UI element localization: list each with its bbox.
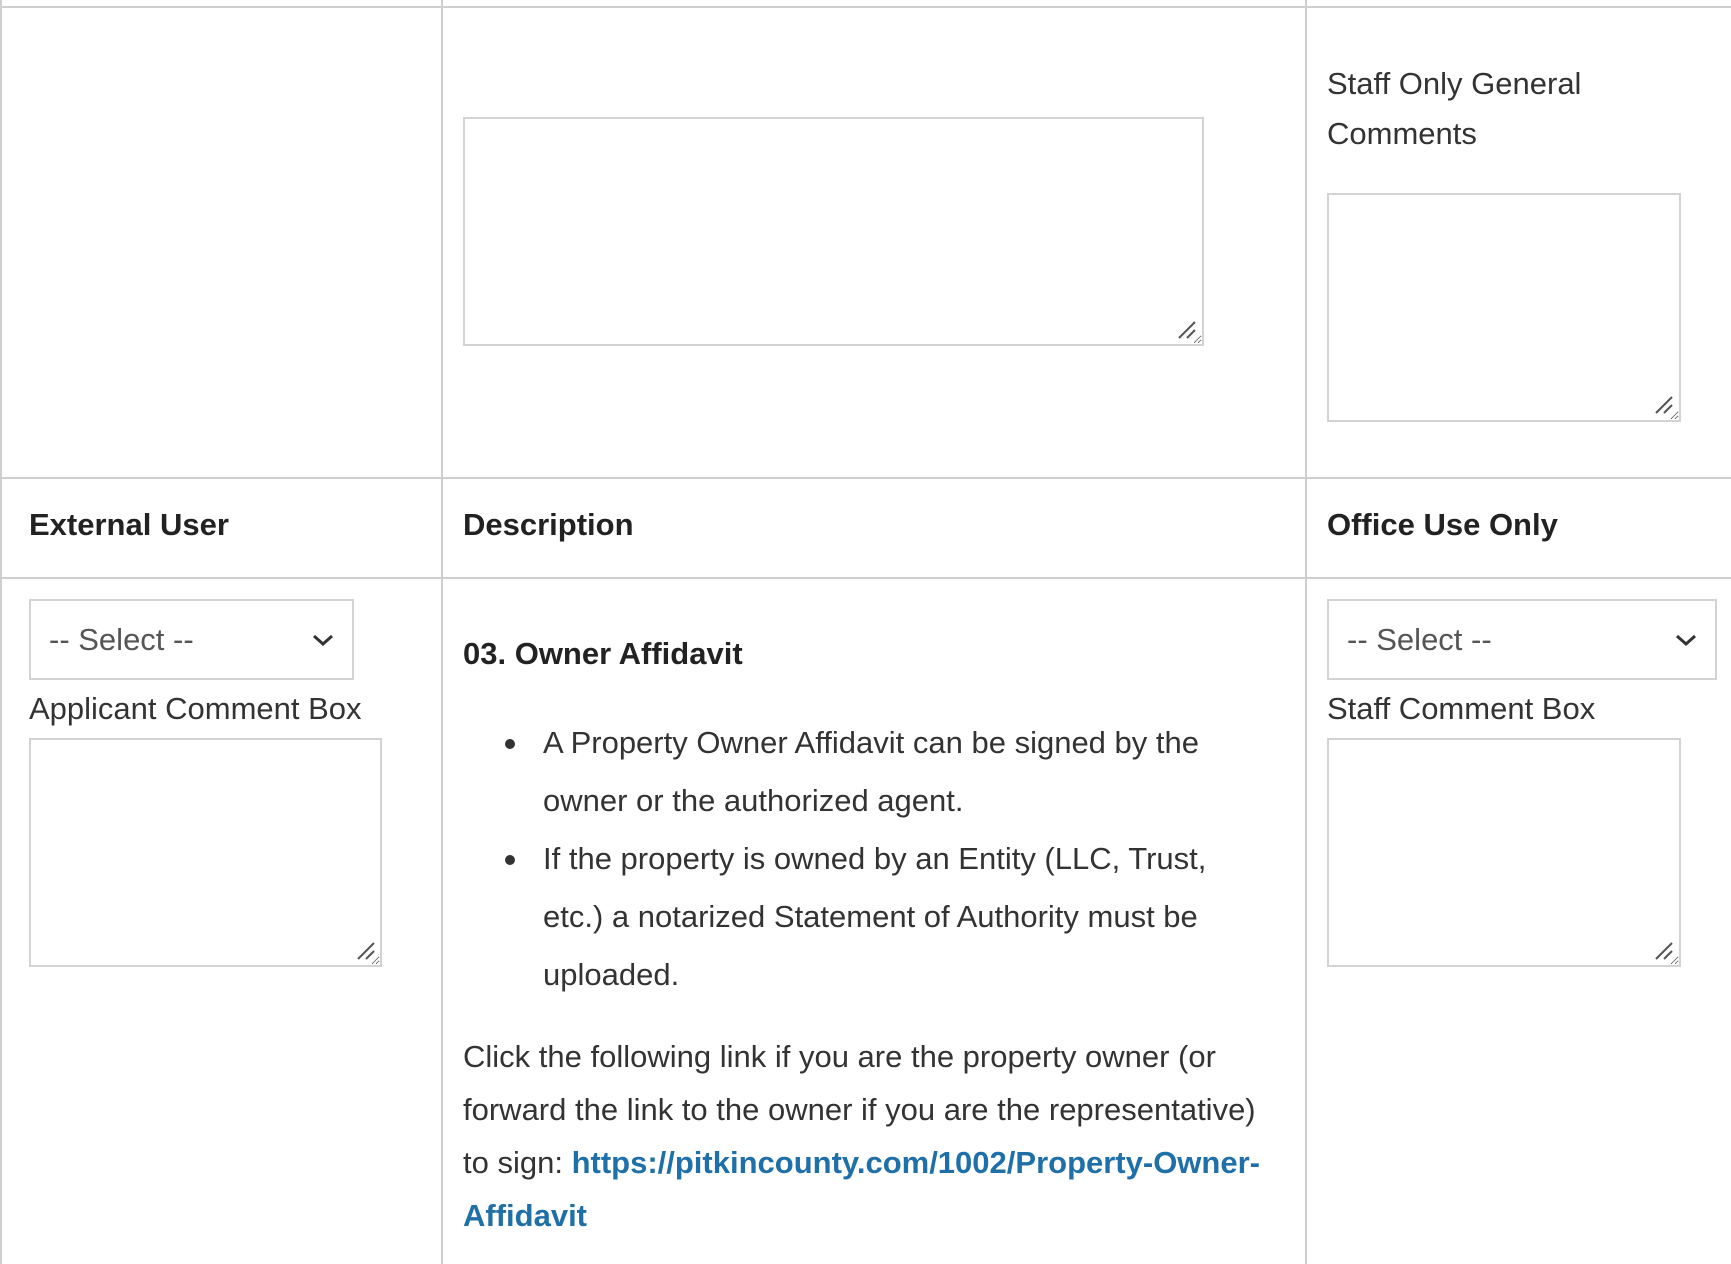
item-title: 03. Owner Affidavit [463, 636, 743, 671]
chevron-down-icon [313, 634, 333, 646]
select-value: -- Select -- [49, 621, 194, 657]
table-border-header [0, 577, 1731, 579]
office-status-select[interactable]: -- Select -- [1327, 599, 1717, 680]
staff-comment-textarea[interactable] [1327, 738, 1681, 967]
staff-general-comments-textarea[interactable] [1327, 193, 1681, 422]
table-border-left [0, 0, 2, 1264]
instructions-paragraph: Click the following link if you are the … [463, 1039, 1260, 1233]
description-comment-textarea[interactable] [463, 117, 1204, 346]
table-border-col2 [1305, 0, 1307, 1264]
select-value: -- Select -- [1347, 621, 1492, 657]
affidavit-link-continued[interactable]: Affidavit [463, 1198, 587, 1233]
table-border-top [0, 6, 1731, 8]
header-office-use-only: Office Use Only [1327, 507, 1558, 542]
chevron-down-icon [1676, 634, 1696, 646]
staff-general-comments-label: Staff Only General Comments [1327, 66, 1582, 151]
header-external-user: External User [29, 507, 229, 542]
affidavit-link[interactable]: https://pitkincounty.com/1002/Property-O… [572, 1145, 1260, 1180]
applicant-comment-label: Applicant Comment Box [29, 691, 362, 726]
applicant-comment-textarea[interactable] [29, 738, 382, 967]
requirements-list: A Property Owner Affidavit can be signed… [463, 714, 1253, 1004]
staff-comment-label: Staff Comment Box [1327, 691, 1596, 726]
external-user-status-select[interactable]: -- Select -- [29, 599, 354, 680]
list-item: If the property is owned by an Entity (L… [505, 830, 1253, 1004]
bullet-icon [505, 855, 515, 865]
bullet-icon [505, 739, 515, 749]
table-border-col1 [441, 0, 443, 1264]
header-description: Description [463, 507, 634, 542]
list-item: A Property Owner Affidavit can be signed… [505, 714, 1253, 830]
table-border-row1 [0, 477, 1731, 479]
